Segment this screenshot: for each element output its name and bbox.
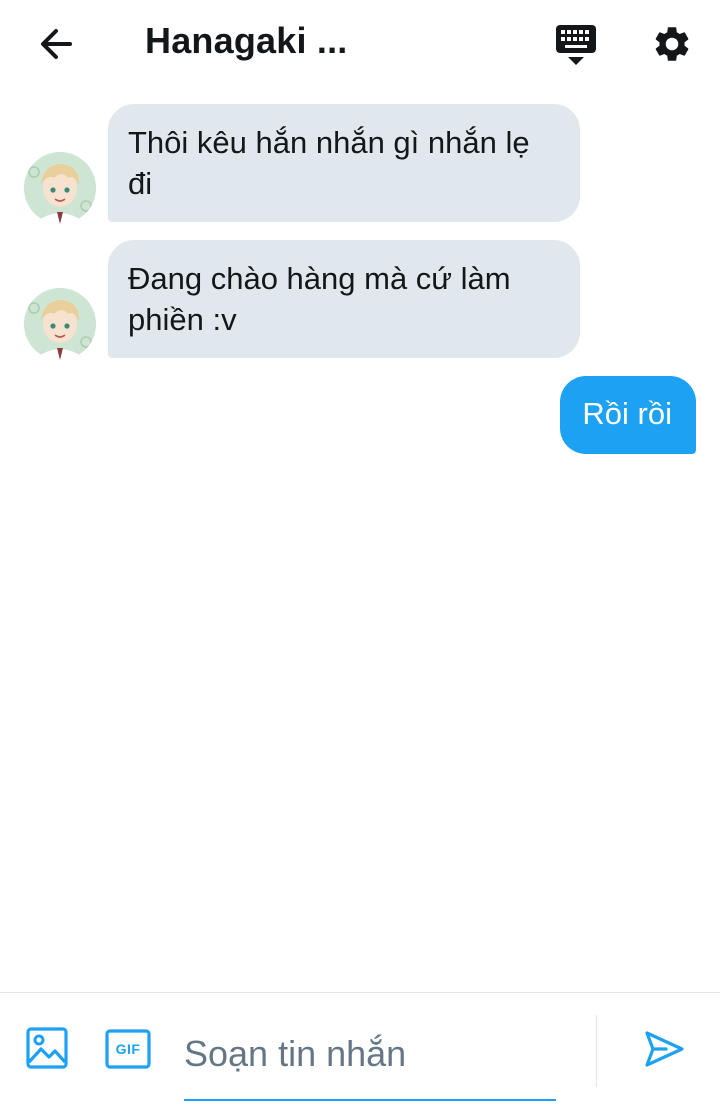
message-text: Rồi rồi xyxy=(582,396,672,431)
message-row: Thôi kêu hắn nhắn gì nhắn lẹ đi xyxy=(0,104,720,224)
message-input-wrapper xyxy=(184,1019,556,1101)
avatar-image xyxy=(24,288,96,360)
message-text: Thôi kêu hắn nhắn gì nhắn lẹ đi xyxy=(128,125,530,201)
avatar[interactable] xyxy=(24,288,96,360)
message-bubble-incoming[interactable]: Đang chào hàng mà cứ làm phiền :v xyxy=(108,240,580,358)
gif-label: GIF xyxy=(115,1041,141,1057)
message-input[interactable] xyxy=(184,1019,556,1089)
add-image-button[interactable] xyxy=(22,1023,72,1073)
message-text: Đang chào hàng mà cứ làm phiền :v xyxy=(128,261,511,337)
message-row: Đang chào hàng mà cứ làm phiền :v xyxy=(0,240,720,360)
keyboard-icon xyxy=(556,25,596,65)
avatar[interactable] xyxy=(24,152,96,224)
message-composer: GIF xyxy=(0,992,720,1107)
composer-divider xyxy=(596,1015,597,1087)
image-icon xyxy=(26,1027,68,1069)
gear-icon xyxy=(655,27,689,61)
message-bubble-incoming[interactable]: Thôi kêu hắn nhắn gì nhắn lẹ đi xyxy=(108,104,580,222)
add-gif-button[interactable]: GIF xyxy=(104,1027,152,1071)
keyboard-toggle-button[interactable] xyxy=(550,20,602,70)
message-row: Rồi rồi xyxy=(0,376,720,456)
send-icon xyxy=(645,1031,684,1067)
message-bubble-outgoing[interactable]: Rồi rồi xyxy=(560,376,696,454)
header: Hanagaki ... xyxy=(0,0,720,88)
arrow-left-icon xyxy=(41,29,72,59)
conversation-title[interactable]: Hanagaki ... xyxy=(145,20,347,62)
send-button[interactable] xyxy=(638,1023,690,1075)
avatar-image xyxy=(24,152,96,224)
settings-button[interactable] xyxy=(646,18,698,70)
back-button[interactable] xyxy=(30,22,82,66)
dm-conversation-screen: Hanagaki ... Thôi kêu hắn nhắn gì nhắn l… xyxy=(0,0,720,1107)
